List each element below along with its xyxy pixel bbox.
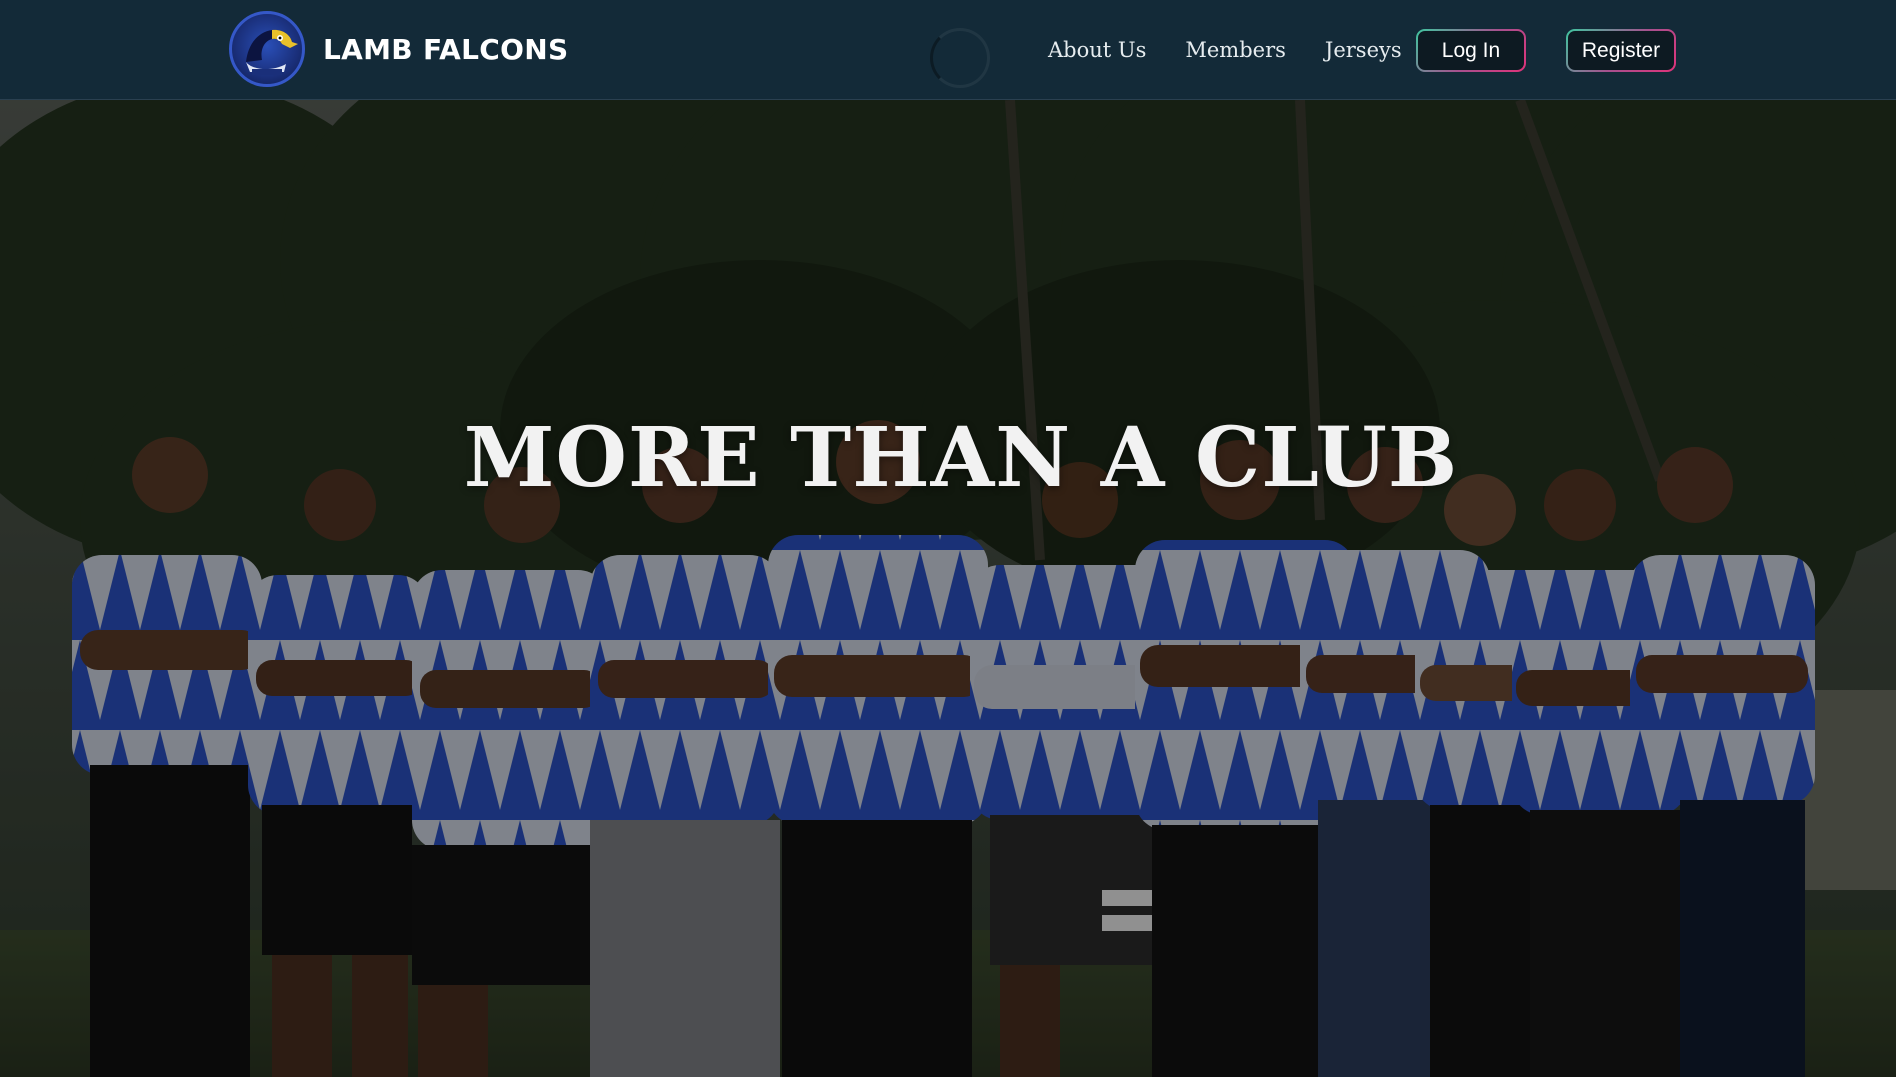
loading-spinner-icon xyxy=(930,28,990,88)
hero-title: MORE THAN A CLUB xyxy=(463,409,1459,506)
nav-link-members[interactable]: Members xyxy=(1185,38,1286,62)
top-navbar: LAMB FALCONS About Us Members Jerseys Lo… xyxy=(0,0,1896,100)
login-button[interactable]: Log In xyxy=(1416,29,1526,72)
login-button-label: Log In xyxy=(1418,31,1524,70)
falcon-logo-icon[interactable] xyxy=(229,11,305,87)
register-button[interactable]: Register xyxy=(1566,29,1676,72)
nav-link-about-us[interactable]: About Us xyxy=(1048,38,1146,62)
brand[interactable]: LAMB FALCONS xyxy=(229,10,568,88)
register-button-label: Register xyxy=(1568,31,1674,70)
nav-link-jerseys[interactable]: Jerseys xyxy=(1325,38,1402,62)
team-photo xyxy=(0,100,1896,1077)
main-nav: About Us Members Jerseys xyxy=(1048,0,1441,100)
hero-section: MORE THAN A CLUB xyxy=(0,100,1896,1077)
brand-name[interactable]: LAMB FALCONS xyxy=(323,33,568,66)
